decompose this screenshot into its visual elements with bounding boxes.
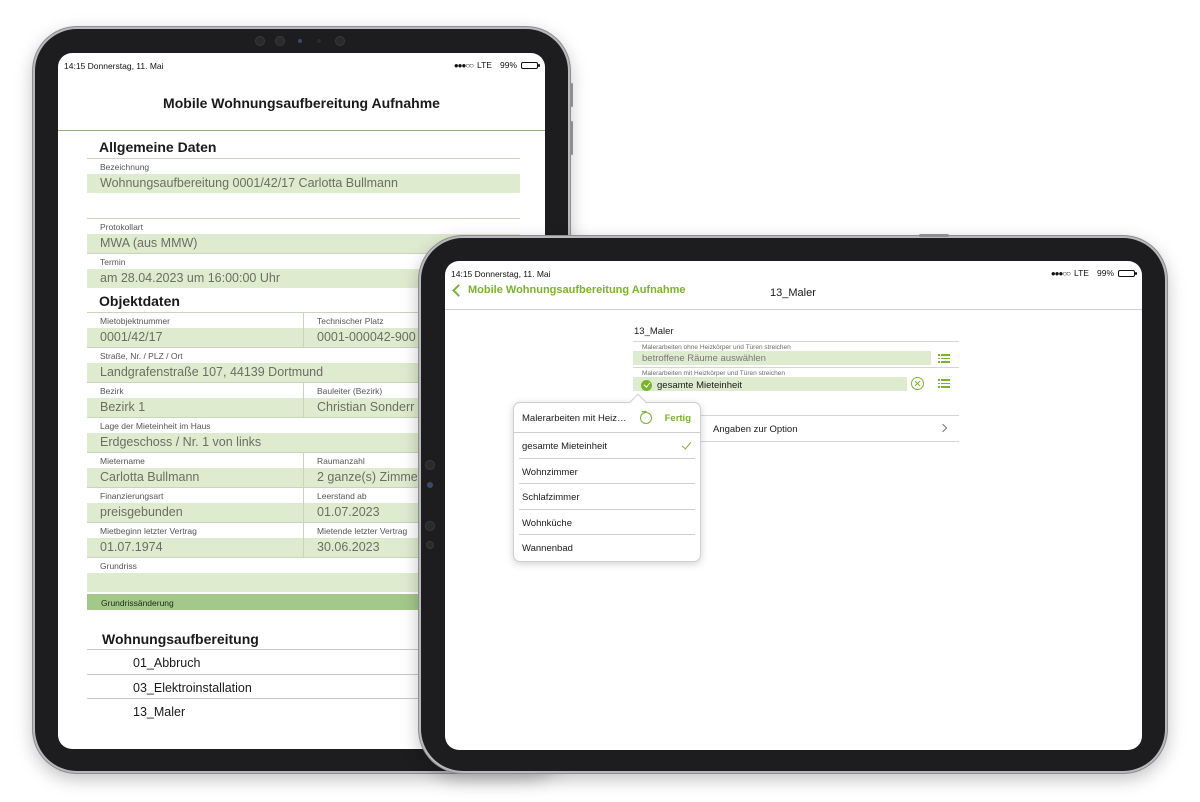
- status-time: 14:15 Donnerstag, 11. Mai: [451, 269, 551, 279]
- field-value[interactable]: 0001/42/17: [87, 328, 303, 347]
- field-value[interactable]: preisgebunden: [87, 503, 303, 522]
- option-label: Wohnzimmer: [522, 466, 578, 478]
- option-item[interactable]: Wohnzimmer: [519, 459, 695, 484]
- back-button[interactable]: Mobile Wohnungsaufbereitung Aufnahme: [451, 283, 686, 297]
- field-label: Mietbeginn letzter Vertrag: [87, 523, 303, 538]
- popover-options-list: gesamte Mieteinheit Wohnzimmer Schlafzim…: [514, 433, 700, 561]
- section-object-heading: Objektdaten: [99, 293, 180, 309]
- field-value-text: gesamte Mieteinheit: [657, 379, 743, 391]
- field-bezeichnung[interactable]: Bezeichnung Wohnungsaufbereitung 0001/42…: [87, 158, 520, 193]
- section-general-heading: Allgemeine Daten: [99, 139, 217, 155]
- list-icon[interactable]: [938, 354, 950, 363]
- battery-icon: [521, 61, 540, 69]
- status-time: 14:15 Donnerstag, 11. Mai: [64, 61, 164, 71]
- field-value[interactable]: betroffene Räume auswählen: [633, 351, 931, 365]
- option-label: Wannenbad: [522, 543, 573, 554]
- section-title: 13_Maler: [634, 326, 674, 337]
- option-item[interactable]: Schlafzimmer: [519, 484, 695, 510]
- signal-icon: ●●●○○: [1050, 268, 1071, 278]
- title-divider: [58, 130, 545, 131]
- field-mietername[interactable]: Mietername Carlotta Bullmann: [87, 453, 303, 487]
- list-icon[interactable]: [938, 379, 950, 388]
- battery-percent: 99%: [499, 60, 517, 70]
- camera-lens: [426, 541, 434, 549]
- field-label: Bezirk: [87, 383, 303, 398]
- status-bar: 14:15 Donnerstag, 11. Mai ●●●○○ LTE 99%: [58, 53, 545, 75]
- option-label: gesamte Mieteinheit: [522, 441, 608, 452]
- selection-popover: Malerarbeiten mit Heizkörper und Türen s…: [513, 393, 701, 562]
- field-malerarbeiten-ohne[interactable]: Malerarbeiten ohne Heizkörper und Türen …: [633, 341, 959, 365]
- field-label: Mietername: [87, 453, 303, 468]
- camera-sensor: [427, 482, 433, 488]
- volume-button: [919, 234, 949, 237]
- field-label: Bezeichnung: [87, 159, 520, 174]
- navigation-bar: Mobile Wohnungsaufbereitung Aufnahme 13_…: [445, 283, 1142, 308]
- option-label: Schlafzimmer: [522, 492, 580, 503]
- field-value[interactable]: 01.07.1974: [87, 538, 303, 557]
- volume-up-button: [570, 121, 573, 155]
- option-item[interactable]: Wannenbad: [519, 535, 695, 561]
- nav-title: 13_Maler: [770, 287, 816, 299]
- field-finanzierungsart[interactable]: Finanzierungsart preisgebunden: [87, 488, 303, 522]
- battery-icon: [1118, 269, 1137, 277]
- option-details-label: Angaben zur Option: [713, 424, 798, 435]
- clear-icon[interactable]: [911, 377, 924, 390]
- status-bar: 14:15 Donnerstag, 11. Mai ●●●○○ LTE 99%: [445, 261, 1142, 283]
- field-label: Mietobjektnummer: [87, 313, 303, 328]
- option-item[interactable]: gesamte Mieteinheit: [519, 433, 695, 459]
- back-label: Mobile Wohnungsaufbereitung Aufnahme: [468, 284, 686, 296]
- field-mietbeginn[interactable]: Mietbeginn letzter Vertrag 01.07.1974: [87, 523, 303, 557]
- camera-lens: [425, 521, 435, 531]
- nav-divider: [445, 309, 1142, 310]
- page-title: Mobile Wohnungsaufbereitung Aufnahme: [163, 95, 440, 111]
- field-label: Finanzierungsart: [87, 488, 303, 503]
- camera-lens: [425, 460, 435, 470]
- option-item[interactable]: Wohnküche: [519, 510, 695, 535]
- field-value[interactable]: Carlotta Bullmann: [87, 468, 303, 487]
- power-button: [570, 83, 573, 107]
- popover-title: Malerarbeiten mit Heizkörper und Türen s…: [522, 413, 630, 424]
- field-label: Protokollart: [87, 219, 520, 234]
- field-mietobjektnummer[interactable]: Mietobjektnummer 0001/42/17: [87, 313, 303, 347]
- done-button[interactable]: Fertig: [665, 413, 691, 424]
- network-label: LTE: [477, 60, 492, 70]
- field-value[interactable]: Wohnungsaufbereitung 0001/42/17 Carlotta…: [87, 174, 520, 193]
- chevron-right-icon: [938, 423, 948, 433]
- field-value[interactable]: gesamte Mieteinheit: [633, 377, 907, 391]
- battery-percent: 99%: [1096, 268, 1114, 278]
- option-label: Wohnküche: [522, 517, 572, 529]
- more-options-icon[interactable]: [640, 410, 652, 424]
- checkmark-circle-icon: [641, 379, 652, 391]
- field-label: Malerarbeiten ohne Heizkörper und Türen …: [633, 341, 959, 351]
- popover-header: Malerarbeiten mit Heizkörper und Türen s…: [514, 403, 700, 433]
- section-refurbishment-heading: Wohnungsaufbereitung: [102, 631, 259, 647]
- field-malerarbeiten-mit[interactable]: Malerarbeiten mit Heizkörper und Türen s…: [633, 367, 959, 391]
- field-value[interactable]: Bezirk 1: [87, 398, 303, 417]
- camera-housing: [255, 35, 365, 47]
- network-label: LTE: [1074, 268, 1089, 278]
- chevron-left-icon: [452, 283, 465, 297]
- field-bezirk[interactable]: Bezirk Bezirk 1: [87, 383, 303, 417]
- checkmark-icon: [681, 439, 692, 450]
- field-label: Malerarbeiten mit Heizkörper und Türen s…: [633, 367, 959, 377]
- signal-icon: ●●●○○: [453, 60, 474, 70]
